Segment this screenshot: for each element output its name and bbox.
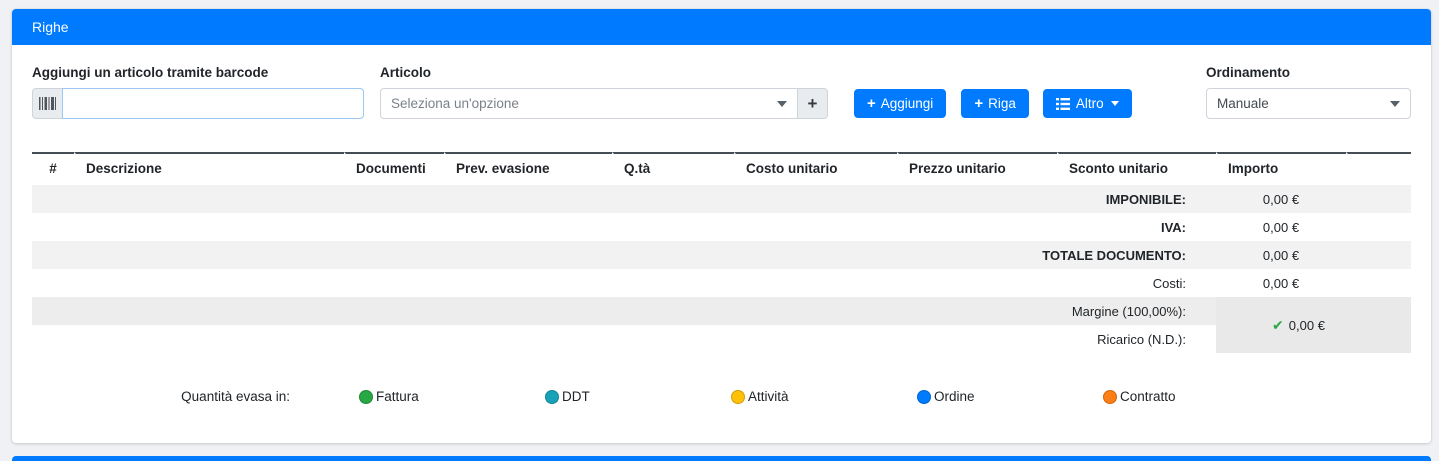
riga-button-label: Riga [988, 96, 1016, 111]
summary-value: 0,00 € [1216, 213, 1346, 241]
legend-item-label: Fattura [376, 389, 419, 404]
plus-icon: + [974, 95, 983, 112]
fattura-dot-icon [359, 390, 373, 404]
barcode-icon [39, 97, 56, 110]
plus-icon: + [808, 94, 818, 114]
attivita-dot-icon [731, 390, 745, 404]
plus-icon: + [867, 95, 876, 112]
summary-row-margine: Margine (100,00%): ✔0,00 € [32, 297, 1411, 325]
check-icon: ✔ [1272, 317, 1284, 333]
articolo-field-group: Articolo Seleziona un'opzione + [380, 65, 828, 119]
articolo-select[interactable]: Seleziona un'opzione [380, 88, 798, 119]
summary-row-totale-documento: TOTALE DOCUMENTO: 0,00 € [32, 241, 1411, 269]
legend-item-label: DDT [562, 389, 590, 404]
column-header-documenti: Documenti [344, 152, 444, 185]
ddt-dot-icon [545, 390, 559, 404]
barcode-input-group [32, 88, 364, 119]
column-header-costo-unitario: Costo unitario [734, 152, 897, 185]
summary-row-ricarico: Ricarico (N.D.): [32, 325, 1411, 353]
summary-row-iva: IVA: 0,00 € [32, 213, 1411, 241]
toolbar: Aggiungi un articolo tramite barcode [32, 65, 1411, 119]
column-header-importo: Importo [1216, 152, 1346, 185]
column-header-descrizione: Descrizione [74, 152, 344, 185]
legend-label: Quantità evasa in: [32, 389, 290, 404]
legend-item-fattura: Fattura [290, 389, 476, 404]
ordine-dot-icon [917, 390, 931, 404]
panel-title: Righe [32, 19, 69, 35]
chevron-down-icon [1111, 101, 1119, 106]
summary-value: 0,00 € [1216, 185, 1346, 213]
add-article-button[interactable]: + [798, 88, 828, 119]
summary-value: 0,00 € [1216, 241, 1346, 269]
ordinamento-field-label: Ordinamento [1206, 65, 1411, 80]
margine-value-cell: ✔ 0,00 € [1216, 297, 1411, 353]
summary-value: 0,00 € [1216, 269, 1346, 297]
summary-label: IMPONIBILE: [32, 185, 1216, 213]
column-header-prezzo-unitario: Prezzo unitario [897, 152, 1057, 185]
summary-label: Costi: [32, 269, 1216, 297]
summary-row-imponibile: IMPONIBILE: 0,00 € [32, 185, 1411, 213]
list-icon [1056, 98, 1070, 110]
summary-label: IVA: [32, 213, 1216, 241]
barcode-field-group: Aggiungi un articolo tramite barcode [32, 65, 364, 119]
legend-item-attivita: Attività [662, 389, 848, 404]
aggiungi-button[interactable]: + Aggiungi [854, 89, 946, 118]
panel-body: Aggiungi un articolo tramite barcode [12, 45, 1431, 443]
righe-table: # Descrizione Documenti Prev. evasione Q… [32, 152, 1411, 353]
riga-button[interactable]: + Riga [961, 89, 1029, 118]
summary-label: Margine (100,00%): [32, 297, 1216, 325]
barcode-input[interactable] [62, 88, 364, 119]
barcode-addon [32, 88, 62, 119]
legend-item-label: Attività [748, 389, 789, 404]
altro-dropdown-button[interactable]: Altro [1043, 89, 1132, 118]
column-header-sconto-unitario: Sconto unitario [1057, 152, 1216, 185]
legend-item-label: Ordine [934, 389, 975, 404]
legend-item-ordine: Ordine [848, 389, 1034, 404]
column-header-prev-evasione: Prev. evasione [444, 152, 612, 185]
articolo-field-label: Articolo [380, 65, 828, 80]
panel-header: Righe [12, 9, 1431, 45]
next-panel-header [12, 456, 1431, 461]
chevron-down-icon [777, 101, 787, 107]
summary-label: TOTALE DOCUMENTO: [32, 241, 1216, 269]
table-header-row: # Descrizione Documenti Prev. evasione Q… [32, 152, 1411, 185]
summary-row-costi: Costi: 0,00 € [32, 269, 1411, 297]
column-header-actions [1346, 152, 1411, 185]
quantita-evasa-legend: Quantità evasa in: Fattura DDT Attività … [32, 389, 1411, 404]
margine-value: 0,00 € [1289, 318, 1325, 333]
articolo-select-placeholder: Seleziona un'opzione [391, 96, 769, 111]
contratto-dot-icon [1103, 390, 1117, 404]
altro-button-label: Altro [1076, 96, 1104, 111]
ordinamento-select-value: Manuale [1217, 96, 1382, 111]
chevron-down-icon [1390, 101, 1400, 107]
ordinamento-select[interactable]: Manuale [1206, 88, 1411, 119]
barcode-field-label: Aggiungi un articolo tramite barcode [32, 65, 364, 80]
legend-item-ddt: DDT [476, 389, 662, 404]
legend-item-label: Contratto [1120, 389, 1176, 404]
aggiungi-button-label: Aggiungi [881, 96, 934, 111]
column-header-qta: Q.tà [612, 152, 734, 185]
column-header-num: # [32, 152, 74, 185]
summary-label: Ricarico (N.D.): [32, 325, 1216, 353]
legend-item-contratto: Contratto [1034, 389, 1220, 404]
righe-panel: Righe Aggiungi un articolo tramite barco… [12, 9, 1431, 443]
ordinamento-field-group: Ordinamento Manuale [1206, 65, 1411, 119]
